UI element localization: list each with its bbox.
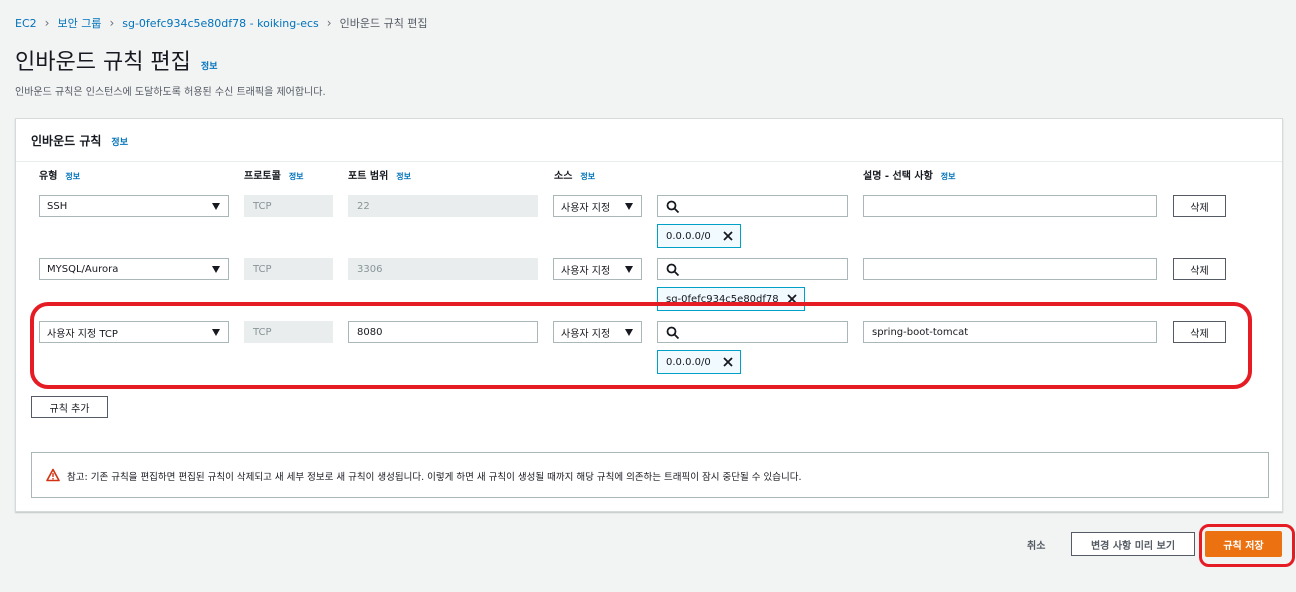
info-link[interactable]: 정보 <box>396 171 411 182</box>
breadcrumb: EC2 › 보안 그룹 › sg-0fefc934c5e80df78 - koi… <box>15 15 428 31</box>
panel-title-row: 인바운드 규칙 정보 <box>31 132 128 149</box>
warning-text: 참고: 기존 규칙을 편집하면 편집된 규칙이 삭제되고 새 세부 정보로 새 … <box>67 472 802 483</box>
info-link[interactable]: 정보 <box>201 59 218 72</box>
type-select[interactable]: MYSQL/Aurora <box>39 258 229 280</box>
caret-down-icon <box>625 266 633 273</box>
info-link[interactable]: 정보 <box>580 171 595 182</box>
source-type-select[interactable]: 사용자 지정 <box>553 195 642 217</box>
delete-rule-button[interactable]: 삭제 <box>1173 195 1226 217</box>
panel-header: 인바운드 규칙 정보 <box>16 119 1282 162</box>
info-link[interactable]: 정보 <box>289 171 304 182</box>
port-range-field: 22 <box>348 195 538 217</box>
breadcrumb-item-security-groups[interactable]: 보안 그룹 <box>57 15 101 31</box>
port-range-field: 3306 <box>348 258 538 280</box>
caret-down-icon <box>212 266 220 273</box>
breadcrumb-item-ec2[interactable]: EC2 <box>15 17 37 30</box>
source-token: 0.0.0.0/0 <box>657 224 741 248</box>
column-header-type: 유형 정보 <box>39 167 80 182</box>
delete-rule-button[interactable]: 삭제 <box>1173 258 1226 280</box>
column-header-label: 소스 <box>554 171 573 182</box>
source-type-value: 사용자 지정 <box>561 265 611 277</box>
protocol-field: TCP <box>244 258 333 280</box>
search-icon <box>666 263 680 277</box>
source-type-select[interactable]: 사용자 지정 <box>553 258 642 280</box>
info-link[interactable]: 정보 <box>941 171 956 182</box>
annotation-highlight-rule <box>30 302 1252 389</box>
description-input[interactable] <box>863 258 1157 280</box>
rule-row: SSH TCP 22 사용자 지정 삭제 0.0.0.0/0 <box>16 195 1282 255</box>
column-header-label: 포트 범위 <box>348 171 389 182</box>
warning-alert: 참고: 기존 규칙을 편집하면 편집된 규칙이 삭제되고 새 세부 정보로 새 … <box>31 452 1269 498</box>
column-header-description: 설명 - 선택 사항 정보 <box>863 167 956 182</box>
column-header-label: 프로토콜 <box>244 171 281 182</box>
type-select-value: MYSQL/Aurora <box>47 263 119 275</box>
column-header-port-range: 포트 범위 정보 <box>348 167 411 182</box>
info-link[interactable]: 정보 <box>65 171 80 182</box>
breadcrumb-current: 인바운드 규칙 편집 <box>339 17 428 30</box>
column-header-label: 설명 - 선택 사항 <box>863 171 933 182</box>
source-search-input[interactable] <box>657 258 848 280</box>
add-rule-button[interactable]: 규칙 추가 <box>31 396 108 418</box>
warning-icon <box>46 468 60 482</box>
description-input[interactable] <box>863 195 1157 217</box>
page-title-row: 인바운드 규칙 편집 정보 <box>15 44 217 76</box>
chevron-right-icon: › <box>44 16 50 30</box>
source-token-label: 0.0.0.0/0 <box>666 230 711 242</box>
source-type-value: 사용자 지정 <box>561 202 611 214</box>
cancel-button[interactable]: 취소 <box>1027 537 1045 552</box>
panel-title: 인바운드 규칙 <box>31 134 102 148</box>
column-header-source: 소스 정보 <box>554 167 595 182</box>
breadcrumb-item-security-group[interactable]: sg-0fefc934c5e80df78 - koiking-ecs <box>122 17 319 30</box>
column-header-protocol: 프로토콜 정보 <box>244 167 304 182</box>
type-select-value: SSH <box>47 200 68 212</box>
page-title: 인바운드 규칙 편집 <box>15 50 191 75</box>
column-header-label: 유형 <box>39 171 58 182</box>
preview-changes-button[interactable]: 변경 사항 미리 보기 <box>1071 532 1195 556</box>
protocol-field: TCP <box>244 195 333 217</box>
search-icon <box>666 200 680 214</box>
source-search-input[interactable] <box>657 195 848 217</box>
info-link[interactable]: 정보 <box>111 135 128 148</box>
chevron-right-icon: › <box>326 16 332 30</box>
chevron-right-icon: › <box>109 16 115 30</box>
annotation-highlight-save <box>1199 524 1295 567</box>
close-icon[interactable] <box>721 229 735 243</box>
page-description: 인바운드 규칙은 인스턴스에 도달하도록 허용된 수신 트래픽을 제어합니다. <box>15 87 326 98</box>
caret-down-icon <box>625 203 633 210</box>
type-select[interactable]: SSH <box>39 195 229 217</box>
caret-down-icon <box>212 203 220 210</box>
